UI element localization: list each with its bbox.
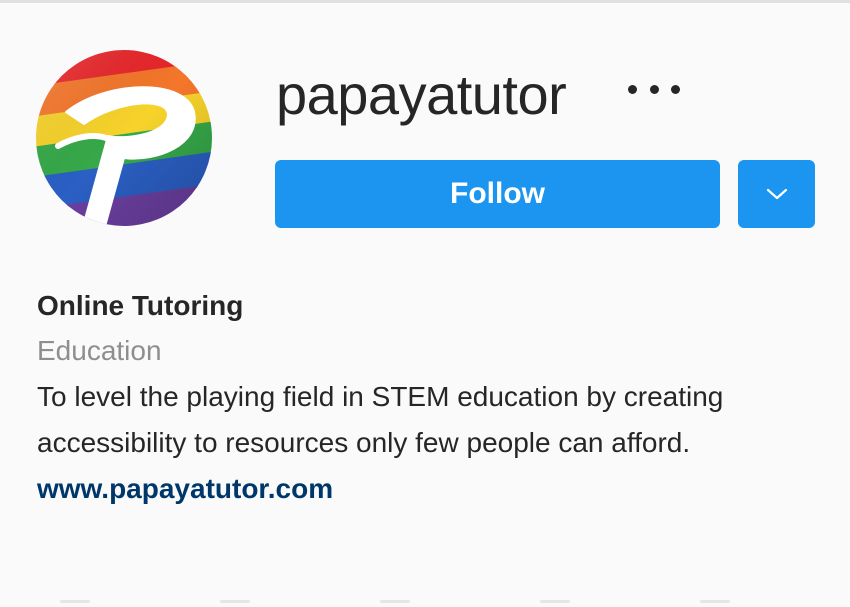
dot <box>671 84 680 94</box>
suggested-accounts-dropdown-button[interactable] <box>738 160 815 228</box>
follow-button[interactable]: Follow <box>275 160 720 228</box>
highlight-peek <box>540 600 570 603</box>
highlight-peek <box>220 600 250 603</box>
highlight-peek <box>60 600 90 603</box>
profile-category: Education <box>37 335 162 366</box>
profile-avatar[interactable] <box>36 50 212 226</box>
profile-full-name: Online Tutoring <box>37 290 244 321</box>
dot <box>628 84 637 94</box>
profile-username: papayatutor <box>276 63 567 126</box>
highlight-peek <box>380 600 410 603</box>
highlight-peek <box>700 600 730 603</box>
top-divider <box>0 0 850 3</box>
rainbow-flag-logo-icon <box>36 50 212 226</box>
profile-description: To level the playing field in STEM educa… <box>37 381 724 458</box>
profile-website-link[interactable]: www.papayatutor.com <box>37 466 827 512</box>
dot <box>649 84 659 94</box>
chevron-down-icon <box>766 188 787 200</box>
profile-bio: Online Tutoring Education To level the p… <box>37 284 827 512</box>
more-options-icon[interactable] <box>628 76 680 102</box>
